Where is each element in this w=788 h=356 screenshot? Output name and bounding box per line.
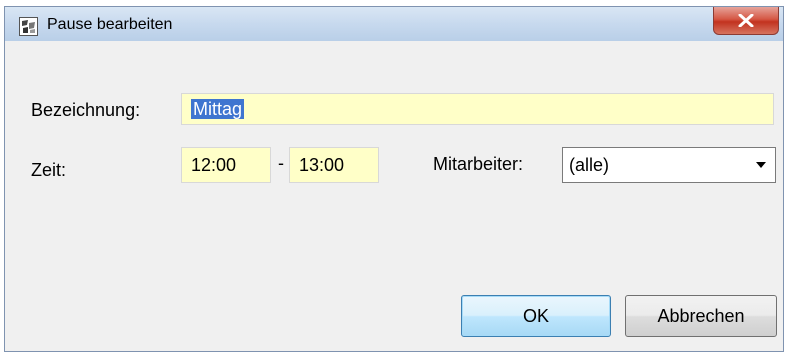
app-icon xyxy=(19,17,38,36)
close-icon xyxy=(738,14,754,27)
title-bar[interactable]: Pause bearbeiten xyxy=(5,7,783,41)
mitarbeiter-label: Mitarbeiter: xyxy=(433,154,524,174)
close-button[interactable] xyxy=(713,7,779,35)
dialog-client-area: Bezeichnung: Mittag Zeit: 12:00 - 13:00 … xyxy=(15,43,777,345)
chevron-down-icon[interactable] xyxy=(756,162,766,168)
cancel-button[interactable]: Abbrechen xyxy=(625,295,777,337)
zeit-bis-input[interactable]: 13:00 xyxy=(289,147,379,183)
bezeichnung-input[interactable]: Mittag xyxy=(181,93,774,125)
mitarbeiter-dropdown[interactable]: (alle) xyxy=(562,147,776,183)
zeit-label: Zeit: xyxy=(31,160,67,180)
dialog-window: Pause bearbeiten Bezeichnung: Mittag Zei… xyxy=(4,6,784,352)
window-title: Pause bearbeiten xyxy=(47,16,173,33)
ok-button[interactable]: OK xyxy=(461,295,611,337)
selected-text: Mittag xyxy=(191,99,245,119)
bezeichnung-label: Bezeichnung: xyxy=(31,100,141,120)
mitarbeiter-selected-value: (alle) xyxy=(569,155,610,175)
zeit-von-input[interactable]: 12:00 xyxy=(181,147,271,183)
zeit-separator: - xyxy=(278,153,284,173)
